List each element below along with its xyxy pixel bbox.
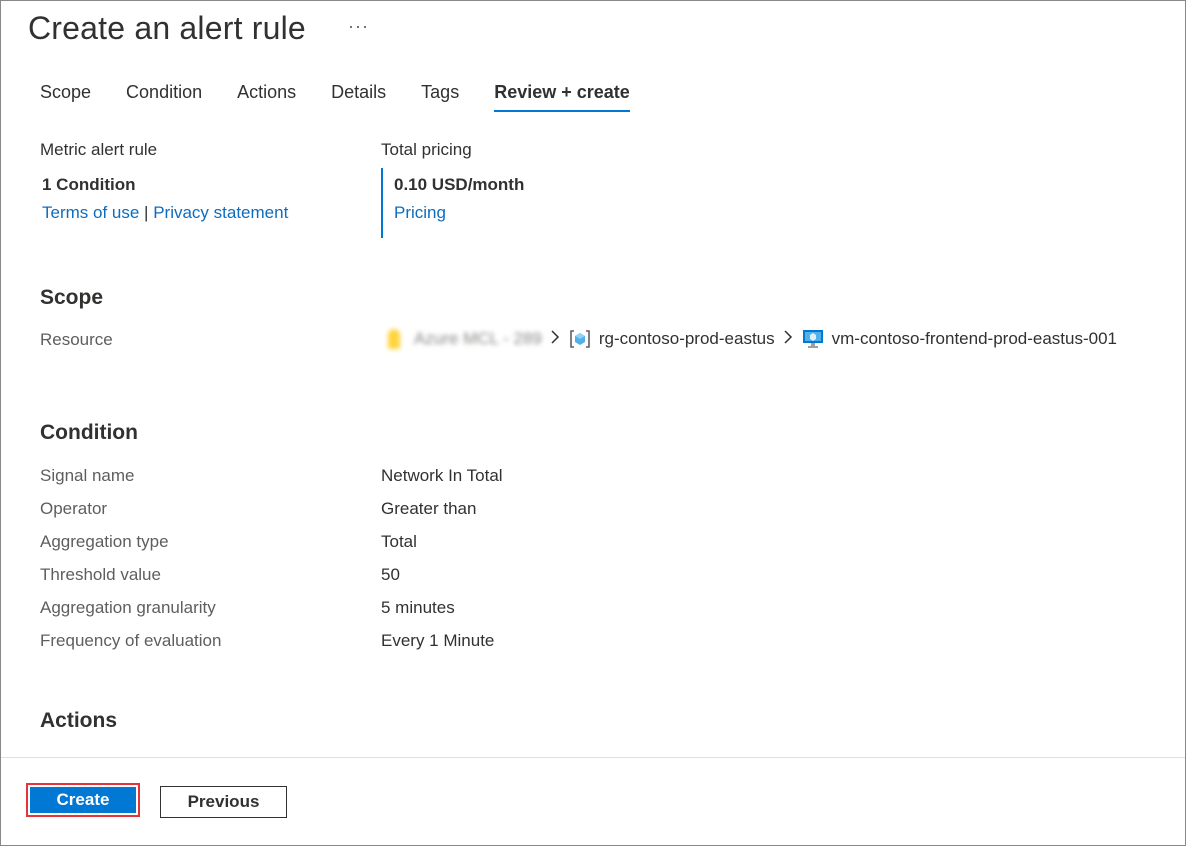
chevron-right-icon bbox=[784, 328, 793, 349]
subscription-name: Azure MCL - 289 bbox=[414, 328, 542, 348]
page-frame bbox=[0, 0, 1186, 846]
aggregation-type-label: Aggregation type bbox=[40, 532, 169, 551]
virtual-machine-icon bbox=[802, 329, 824, 349]
condition-count: 1 Condition bbox=[42, 175, 136, 194]
privacy-statement-link[interactable]: Privacy statement bbox=[153, 203, 288, 222]
threshold-value-value: 50 bbox=[381, 565, 400, 584]
tab-condition[interactable]: Condition bbox=[126, 82, 202, 112]
previous-button[interactable]: Previous bbox=[160, 786, 287, 818]
tab-scope[interactable]: Scope bbox=[40, 82, 91, 112]
resource-group-name[interactable]: rg-contoso-prod-eastus bbox=[599, 329, 775, 349]
link-separator: | bbox=[144, 203, 149, 222]
vm-name[interactable]: vm-contoso-frontend-prod-eastus-001 bbox=[832, 329, 1117, 349]
page-title: Create an alert rule bbox=[28, 10, 306, 46]
operator-label: Operator bbox=[40, 499, 108, 518]
scope-heading: Scope bbox=[40, 286, 104, 309]
frequency-label: Frequency of evaluation bbox=[40, 631, 222, 650]
aggregation-type-value: Total bbox=[381, 532, 417, 551]
operator-value: Greater than bbox=[381, 499, 477, 518]
aggregation-granularity-label: Aggregation granularity bbox=[40, 598, 216, 617]
pricing-link[interactable]: Pricing bbox=[394, 203, 446, 223]
signal-name-value: Network In Total bbox=[381, 466, 503, 485]
pricing-heading: Total pricing bbox=[381, 140, 472, 159]
create-button[interactable]: Create bbox=[26, 783, 140, 817]
tab-review-create[interactable]: Review + create bbox=[494, 82, 630, 112]
aggregation-granularity-value: 5 minutes bbox=[381, 598, 455, 617]
resource-label: Resource bbox=[40, 330, 113, 349]
tab-details[interactable]: Details bbox=[331, 82, 386, 112]
threshold-value-label: Threshold value bbox=[40, 565, 161, 584]
resource-breadcrumb: Azure MCL - 289 rg-contoso-prod-eastus v… bbox=[388, 328, 1117, 349]
rule-type: Metric alert rule bbox=[40, 140, 158, 159]
chevron-right-icon bbox=[551, 328, 560, 349]
footer-divider bbox=[1, 757, 1185, 758]
more-options-button[interactable]: ··· bbox=[348, 16, 369, 37]
price-value: 0.10 USD/month bbox=[394, 175, 525, 194]
create-button-label: Create bbox=[30, 787, 136, 813]
pricing-accent-bar bbox=[381, 168, 383, 238]
tab-actions[interactable]: Actions bbox=[237, 82, 296, 112]
key-icon bbox=[388, 328, 400, 349]
condition-heading: Condition bbox=[40, 421, 138, 444]
terms-of-use-link[interactable]: Terms of use bbox=[42, 203, 139, 222]
resource-group-icon bbox=[569, 329, 591, 349]
actions-heading: Actions bbox=[40, 709, 118, 732]
subscription-crumb[interactable]: Azure MCL - 289 bbox=[388, 328, 542, 349]
legal-links: Terms of use | Privacy statement bbox=[42, 203, 288, 223]
wizard-tabs: Scope Condition Actions Details Tags Rev… bbox=[40, 82, 665, 112]
tab-tags[interactable]: Tags bbox=[421, 82, 459, 112]
signal-name-label: Signal name bbox=[40, 466, 135, 485]
frequency-value: Every 1 Minute bbox=[381, 631, 495, 650]
